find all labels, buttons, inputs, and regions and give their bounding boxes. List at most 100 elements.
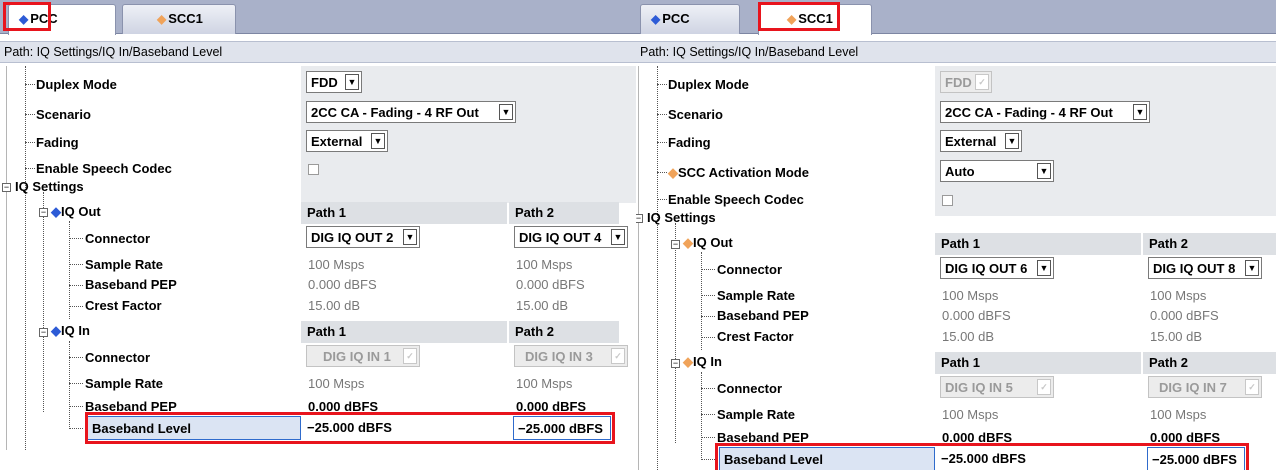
collapse-icon[interactable]: − — [39, 328, 48, 337]
chevron-down-icon: ✓ — [403, 348, 417, 364]
iq-in-path2-baseband-level-input[interactable]: −25.000 dBFS — [513, 416, 611, 440]
iq-out-path1-connector-select[interactable]: DIG IQ OUT 6 ▼ — [940, 257, 1054, 279]
tree-line — [701, 252, 702, 350]
iq-in-path1-baseband-level-input[interactable]: −25.000 dBFS — [303, 416, 509, 440]
carrier-tab-bar: ◆ PCC ◆ SCC1 — [0, 0, 640, 35]
iq-out-path2-sample-rate: 100 Msps — [516, 257, 573, 272]
iq-in-path1-baseband-pep: 0.000 dBFS — [942, 430, 1013, 445]
settings-tree: Duplex Mode FDD ✓ Scenario 2CC CA - Fadi… — [636, 66, 1276, 470]
pcc-diamond-icon: ◆ — [51, 323, 61, 338]
tree-line — [657, 114, 667, 115]
tree-line — [657, 172, 667, 173]
duplex-mode-label: Duplex Mode — [668, 77, 749, 92]
tree-line — [69, 383, 83, 384]
speech-codec-checkbox[interactable] — [942, 195, 953, 206]
iq-in-path1-connector-select: DIG IQ IN 5 ✓ — [940, 376, 1054, 398]
collapse-icon[interactable]: − — [636, 214, 643, 223]
iq-in-path2-baseband-level-input[interactable]: −25.000 dBFS — [1147, 447, 1245, 470]
iq-in-path1-sample-rate: 100 Msps — [942, 407, 999, 422]
tree-line — [69, 238, 83, 239]
pcc-settings-pane: ◆ PCC ◆ SCC1 Path: IQ Settings/IQ In/Baseb… — [0, 0, 640, 450]
iq-out-path2-baseband-pep: 0.000 dBFS — [1150, 308, 1219, 323]
scc-activation-value: Auto — [945, 164, 975, 179]
chevron-down-icon: ▼ — [1037, 163, 1051, 179]
scc-diamond-icon: ◆ — [787, 12, 797, 26]
iq-out-path2-connector-select[interactable]: DIG IQ OUT 8 ▼ — [1148, 257, 1262, 279]
iq-in-path1-connector-value: DIG IQ IN 5 — [945, 380, 1013, 395]
tab-scc1-label: SCC1 — [798, 11, 833, 26]
tree-line — [43, 192, 44, 412]
carrier-tab-bar: ◆ PCC ◆ SCC1 — [636, 0, 1276, 35]
duplex-mode-select[interactable]: FDD ▼ — [306, 71, 362, 93]
iq-out-text: IQ Out — [693, 235, 733, 250]
iq-out-path2-header: Path 2 — [509, 202, 619, 224]
chevron-down-icon: ▼ — [1005, 133, 1019, 149]
collapse-icon[interactable]: − — [671, 240, 680, 249]
iq-out-sample-rate-label: Sample Rate — [717, 288, 796, 303]
iq-in-text: IQ In — [693, 354, 722, 369]
tab-pcc[interactable]: ◆ PCC — [8, 4, 116, 35]
iq-out-path1-header: Path 1 — [301, 202, 507, 224]
iq-in-path1-header: Path 1 — [935, 352, 1141, 374]
path-breadcrumb: Path: IQ Settings/IQ In/Baseband Level — [636, 41, 1276, 63]
iq-out-path2-connector-select[interactable]: DIG IQ OUT 4 ▼ — [514, 226, 628, 248]
tree-line — [69, 306, 83, 307]
chevron-down-icon: ▼ — [499, 104, 513, 120]
iq-settings-label: IQ Settings — [15, 179, 84, 194]
iq-out-path1-sample-rate: 100 Msps — [308, 257, 365, 272]
tree-line — [69, 406, 83, 407]
scenario-value: 2CC CA - Fading - 4 RF Out — [945, 105, 1113, 120]
iq-out-path1-header: Path 1 — [935, 233, 1141, 255]
tab-pcc[interactable]: ◆ PCC — [640, 4, 740, 34]
scenario-select[interactable]: 2CC CA - Fading - 4 RF Out ▼ — [940, 101, 1150, 123]
iq-out-path1-crest-factor: 15.00 dB — [308, 298, 361, 313]
duplex-mode-label: Duplex Mode — [36, 77, 117, 92]
iq-out-crest-factor-label: Crest Factor — [717, 329, 794, 344]
collapse-icon[interactable]: − — [2, 183, 11, 192]
duplex-mode-select: FDD ✓ — [940, 71, 992, 93]
iq-out-path1-baseband-pep: 0.000 dBFS — [942, 308, 1011, 323]
fading-select[interactable]: External ▼ — [940, 130, 1022, 152]
collapse-icon[interactable]: − — [671, 359, 680, 368]
fading-value: External — [311, 134, 363, 149]
tab-pcc-label: PCC — [30, 11, 58, 26]
scenario-label: Scenario — [36, 107, 91, 122]
iq-out-baseband-pep-label: Baseband PEP — [717, 308, 809, 323]
collapse-icon[interactable]: − — [39, 208, 48, 217]
scc-diamond-icon: ◆ — [157, 12, 167, 26]
iq-out-path1-crest-factor: 15.00 dB — [942, 329, 995, 344]
speech-codec-label: Enable Speech Codec — [668, 192, 804, 207]
baseband-level-label[interactable]: Baseband Level — [87, 416, 301, 440]
iq-out-path1-connector-select[interactable]: DIG IQ OUT 2 ▼ — [306, 226, 420, 248]
scc-activation-label: ◆SCC Activation Mode — [668, 165, 809, 181]
tree-line — [69, 264, 83, 265]
fading-select[interactable]: External ▼ — [306, 130, 388, 152]
chevron-down-icon: ▼ — [345, 74, 359, 90]
tab-scc1[interactable]: ◆ SCC1 — [122, 4, 236, 34]
chevron-down-icon: ▼ — [1133, 104, 1147, 120]
chevron-down-icon: ▼ — [371, 133, 385, 149]
tree-line — [657, 66, 658, 470]
iq-out-sample-rate-label: Sample Rate — [85, 257, 164, 272]
tree-line — [657, 142, 667, 143]
scc-activation-select[interactable]: Auto ▼ — [940, 160, 1054, 182]
tree-line — [25, 84, 35, 85]
iq-in-path1-baseband-level-input[interactable]: −25.000 dBFS — [937, 447, 1143, 470]
iq-out-path2-connector-value: DIG IQ OUT 8 — [1153, 261, 1236, 276]
speech-codec-checkbox[interactable] — [308, 164, 319, 175]
scenario-select[interactable]: 2CC CA - Fading - 4 RF Out ▼ — [306, 101, 516, 123]
tree-line — [701, 437, 715, 438]
tree-line — [701, 337, 715, 338]
iq-out-connector-label: Connector — [85, 231, 150, 246]
pcc-diamond-icon: ◆ — [651, 12, 661, 26]
chevron-down-icon: ▼ — [1245, 260, 1259, 276]
baseband-level-label[interactable]: Baseband Level — [719, 447, 935, 470]
path-breadcrumb: Path: IQ Settings/IQ In/Baseband Level — [0, 41, 640, 63]
chevron-down-icon: ✓ — [611, 348, 625, 364]
tree-line — [657, 199, 667, 200]
tab-scc1[interactable]: ◆ SCC1 — [758, 4, 872, 35]
iq-in-connector-label: Connector — [717, 381, 782, 396]
scc-diamond-icon: ◆ — [683, 235, 693, 250]
chevron-down-icon: ▼ — [611, 229, 625, 245]
iq-in-path2-connector-value: DIG IQ IN 3 — [525, 349, 593, 364]
